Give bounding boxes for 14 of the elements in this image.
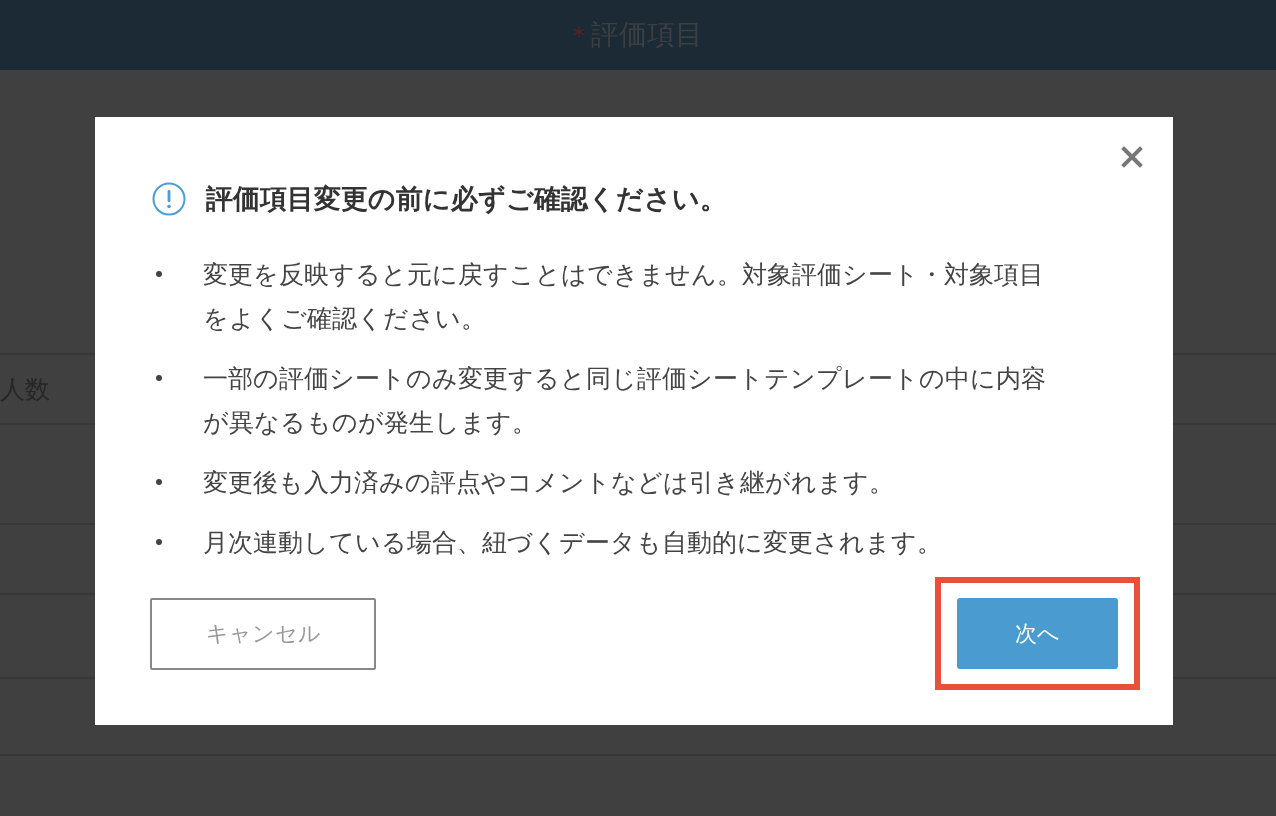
bullet-icon: [156, 375, 162, 381]
exclamation-icon: [152, 182, 186, 216]
bullet-icon: [156, 539, 162, 545]
notice-text: 一部の評価シートのみ変更すると同じ評価シートテンプレートの中に内容 が異なるものが発生します。: [203, 363, 1046, 439]
notice-text: 変更を反映すると元に戻すことはできません。対象評価シート・対象項目 をよくご確認ください。: [203, 259, 1044, 335]
notice-text: 変更後も入力済みの評点やコメントなどは引き継がれます。: [203, 467, 894, 499]
dialog-title: 評価項目変更の前に必ずご確認ください。: [206, 182, 727, 216]
required-mark: *: [573, 22, 585, 48]
next-button[interactable]: 次へ: [957, 598, 1118, 669]
bullet-icon: [156, 271, 162, 277]
close-icon[interactable]: [1120, 145, 1144, 169]
cancel-button[interactable]: キャンセル: [150, 597, 376, 670]
bullet-icon: [156, 479, 162, 485]
notice-text: 月次連動している場合、紐づくデータも自動的に変更されます。: [203, 527, 942, 559]
